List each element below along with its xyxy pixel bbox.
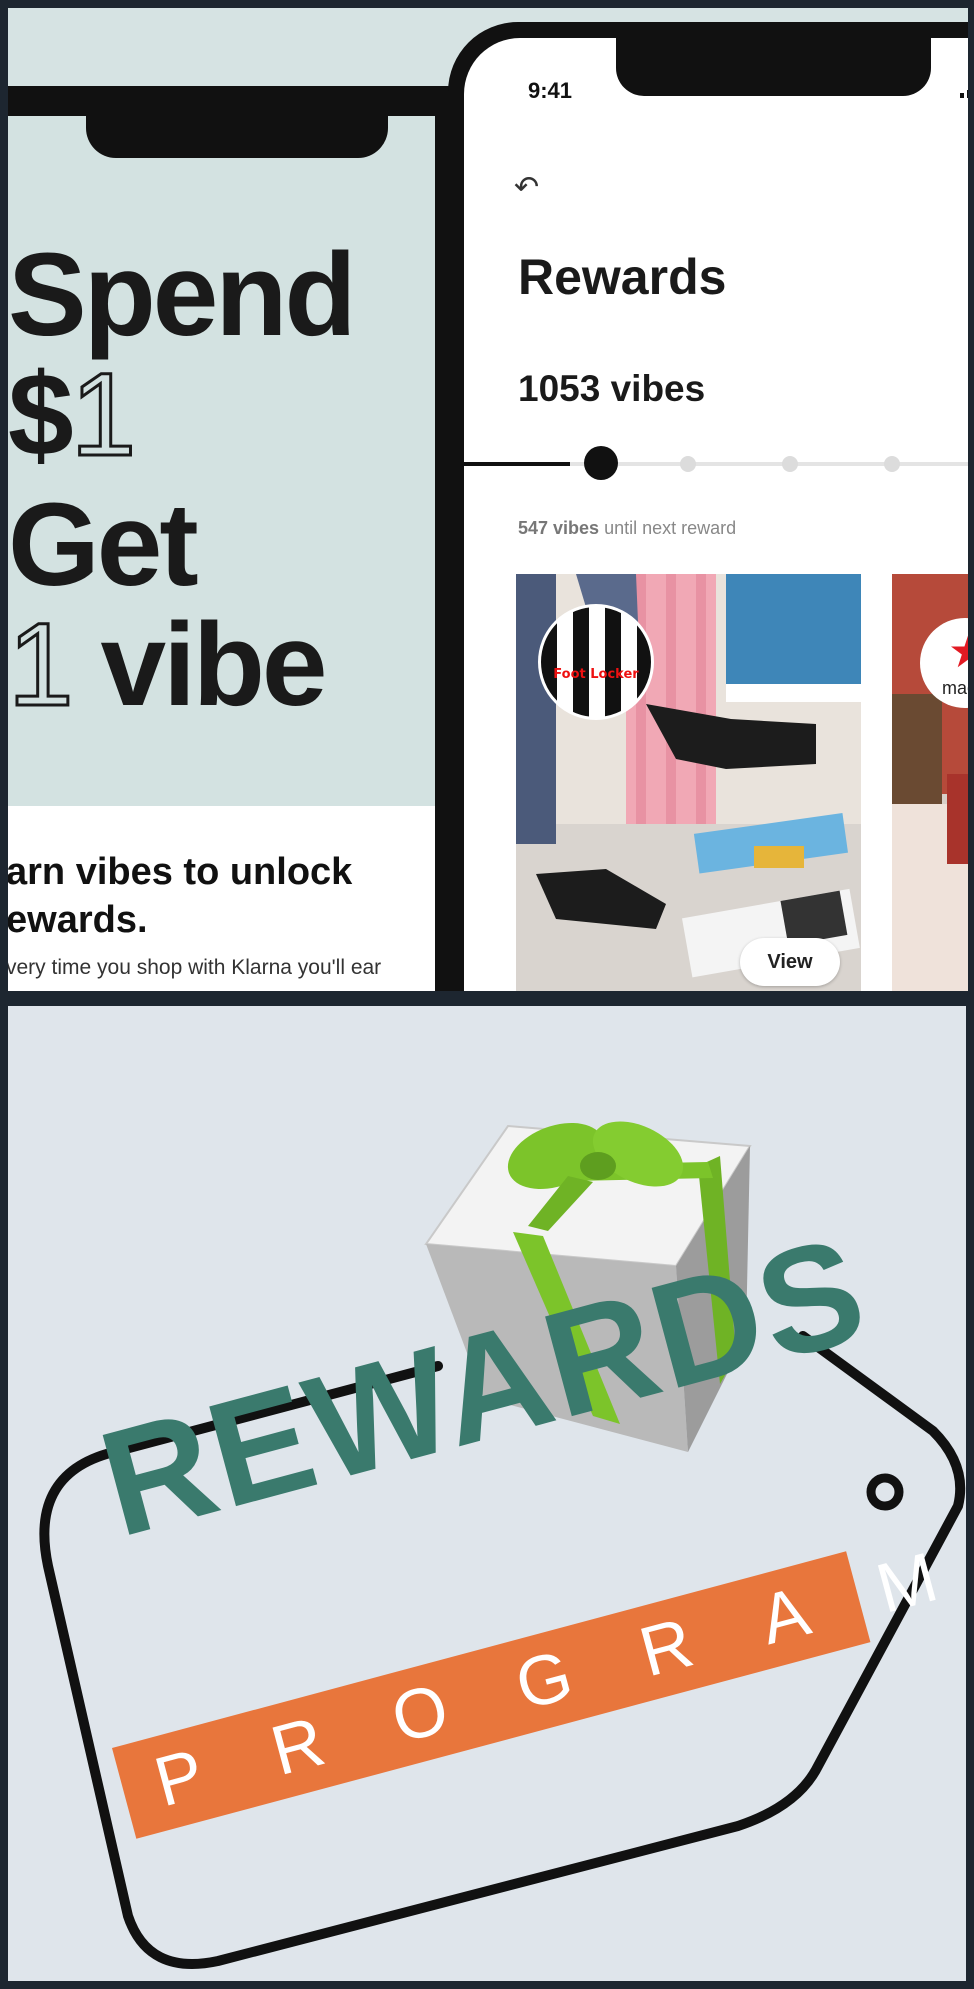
vibes-count: 1053 vibes	[518, 368, 706, 409]
progress-milestone	[680, 456, 696, 472]
star-icon: ★	[948, 628, 968, 674]
right-phone: 9:41 ↶ Rewards 1053 vibes 547 vibes unti…	[448, 22, 968, 991]
back-arrow-icon[interactable]: ↶	[514, 170, 539, 205]
promo-heading: arn vibes to unlock ewards.	[8, 851, 353, 941]
progress-milestone	[884, 456, 900, 472]
status-time: 9:41	[528, 78, 573, 103]
vibes-remaining-label: until next reward	[604, 518, 737, 538]
progress-milestone	[782, 456, 798, 472]
currency-symbol: $	[8, 349, 74, 481]
promo-amount: $1	[8, 355, 138, 476]
progress-fill	[464, 462, 570, 466]
reward-card-macys[interactable]: ★ mac	[892, 574, 968, 991]
progress-current-marker	[584, 446, 618, 480]
page-title: Rewards	[518, 249, 727, 305]
reward-card-footlocker[interactable]: Foot Locker View	[516, 574, 861, 991]
promo-spend: Spend	[8, 229, 357, 361]
vibe-number: 1	[8, 599, 75, 731]
brand-name: Foot Locker	[553, 667, 639, 682]
amount-number: 1	[69, 349, 138, 481]
tag-hole	[866, 1473, 904, 1511]
footlocker-logo: Foot Locker	[538, 604, 654, 720]
view-button[interactable]: View	[740, 938, 840, 986]
rewards-screen: 9:41 ↶ Rewards 1053 vibes 547 vibes unti…	[464, 38, 968, 991]
promo-get: Get	[8, 479, 199, 611]
vibes-remaining-count: 547 vibes	[518, 518, 600, 538]
brand-name: mac	[942, 678, 968, 698]
vibes-remaining: 547 vibes until next reward	[518, 518, 736, 539]
app-promo-panel: Spend $1 Get 1 vibe arn vibes to unlock …	[8, 8, 968, 991]
signal-icon	[960, 90, 968, 98]
promo-body: very time you shop with Klarna you'll ea…	[8, 956, 382, 979]
phone-notch	[86, 106, 388, 158]
phone-notch	[616, 38, 931, 96]
vibe-word: vibe	[100, 599, 327, 731]
promo-vibe: 1 vibe	[8, 605, 328, 726]
